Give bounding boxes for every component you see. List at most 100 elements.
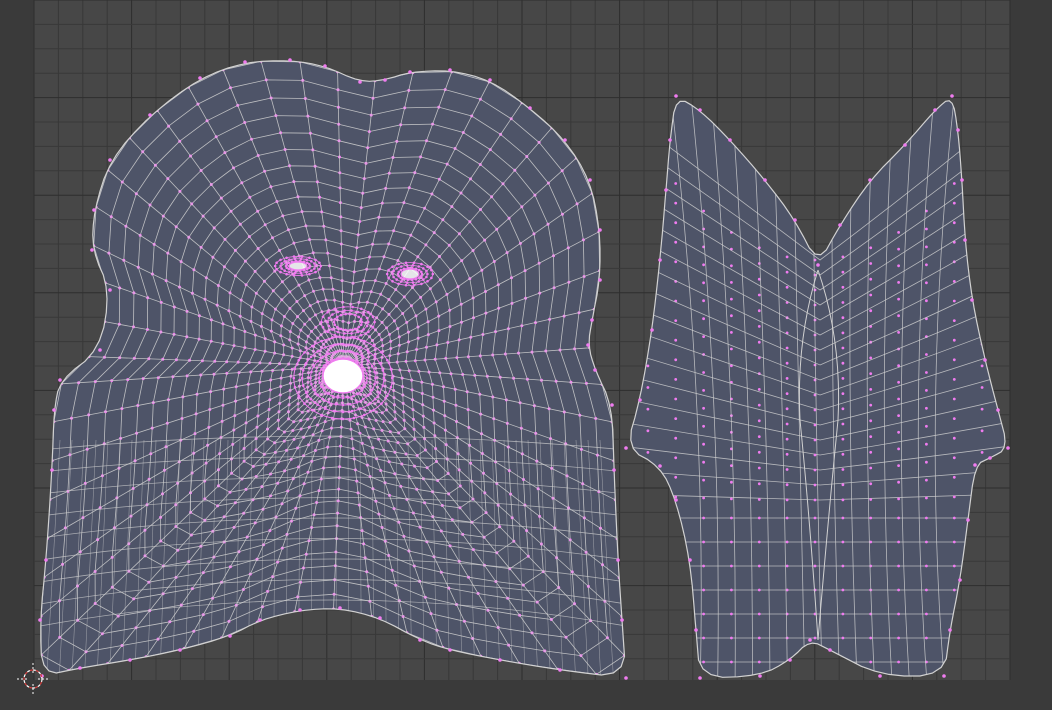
uv-vertex [813, 303, 817, 307]
uv-vertex [316, 403, 319, 406]
uv-vertex [730, 314, 733, 318]
uv-vertex [293, 385, 297, 389]
uv-vertex [702, 478, 705, 482]
uv-vertex [333, 323, 337, 327]
uv-island-face[interactable] [38, 58, 628, 680]
uv-vertex [343, 332, 346, 335]
uv-vertex [300, 255, 304, 258]
uv-vertex [897, 588, 900, 592]
uv-vertex [359, 346, 363, 349]
uv-vertex [309, 397, 313, 401]
uv-boundary-vertex [358, 80, 362, 84]
uv-vertex [381, 369, 385, 372]
uv-vertex [813, 564, 817, 568]
uv-vertex [785, 564, 789, 568]
uv-vertex [400, 265, 403, 268]
uv-vertex [702, 636, 705, 640]
uv-vertex [365, 372, 368, 375]
uv-boundary-vertex [108, 158, 112, 162]
uv-boundary-vertex [838, 223, 842, 227]
uv-vertex [730, 540, 733, 544]
uv-vertex [869, 482, 873, 486]
uv-vertex [370, 388, 374, 392]
uv-vertex [730, 347, 733, 351]
uv-vertex [925, 299, 928, 303]
uv-vertex [365, 381, 368, 384]
uv-vertex [952, 201, 956, 205]
uv-vertex [363, 368, 366, 371]
uv-vertex [355, 352, 359, 356]
uv-vertex [301, 369, 305, 372]
uv-vertex [292, 255, 296, 258]
uv-boundary-vertex [178, 648, 182, 652]
uv-boundary-vertex [590, 318, 594, 322]
uv-boundary-vertex [448, 68, 452, 72]
uv-vertex [330, 416, 334, 420]
uv-boundary-vertex [624, 676, 628, 680]
uv-vertex [341, 410, 345, 414]
uv-editor-viewport[interactable] [0, 0, 1052, 710]
uv-vertex [925, 540, 928, 544]
uv-vertex [378, 361, 382, 365]
uv-vertex [326, 330, 329, 334]
uv-vertex [336, 315, 339, 319]
uv-boundary-vertex [528, 106, 532, 110]
uv-vertex [350, 309, 353, 312]
uv-vertex [841, 301, 845, 304]
uv-boundary-vertex [498, 658, 502, 662]
uv-vertex [702, 660, 705, 664]
uv-boundary-vertex [418, 638, 422, 642]
uv-boundary-vertex [878, 674, 882, 678]
uv-vertex [280, 262, 283, 265]
uv-vertex [702, 371, 705, 374]
uv-canvas[interactable] [0, 0, 1052, 710]
mouth-opening [322, 358, 364, 394]
uv-vertex [730, 497, 733, 501]
uv-vertex [702, 442, 705, 446]
uv-vertex [813, 483, 817, 487]
uv-boundary-vertex [298, 608, 302, 612]
uv-vertex [897, 464, 900, 467]
uv-vertex [785, 346, 789, 350]
uv-vertex [702, 389, 705, 392]
uv-vertex [702, 460, 705, 464]
uv-vertex [360, 333, 363, 337]
uv-vertex [417, 276, 421, 280]
uv-vertex [373, 382, 376, 386]
uv-boundary-vertex [488, 78, 492, 82]
uv-boundary-vertex [378, 616, 382, 620]
uv-vertex [785, 468, 789, 471]
uv-boundary-vertex [616, 558, 620, 562]
uv-vertex [925, 478, 928, 482]
uv-vertex [373, 370, 376, 374]
uv-vertex [392, 269, 395, 273]
uv-vertex [352, 394, 355, 398]
uv-vertex [897, 430, 900, 434]
uv-vertex [952, 338, 956, 342]
uv-vertex [320, 339, 324, 343]
uv-boundary-vertex [958, 578, 962, 582]
uv-vertex [925, 612, 928, 616]
uv-boundary-vertex [108, 288, 112, 292]
uv-vertex [288, 271, 291, 274]
uv-vertex [321, 397, 325, 401]
uv-vertex [391, 265, 394, 269]
uv-vertex [304, 391, 308, 395]
uv-vertex [869, 372, 873, 375]
uv-vertex [730, 464, 733, 467]
uv-vertex [785, 255, 789, 259]
uv-vertex [301, 384, 305, 387]
uv-vertex [952, 475, 956, 479]
uv-boundary-vertex [942, 674, 946, 678]
uv-vertex [841, 422, 845, 426]
uv-vertex [674, 378, 678, 381]
uv-vertex [897, 297, 900, 301]
uv-vertex [925, 406, 928, 410]
uv-vertex [303, 402, 306, 405]
uv-boundary-vertex [198, 76, 202, 80]
uv-vertex [297, 394, 301, 398]
uv-vertex [897, 247, 900, 251]
uv-vertex [300, 376, 304, 380]
uv-vertex [359, 407, 363, 410]
uv-vertex [757, 419, 761, 423]
